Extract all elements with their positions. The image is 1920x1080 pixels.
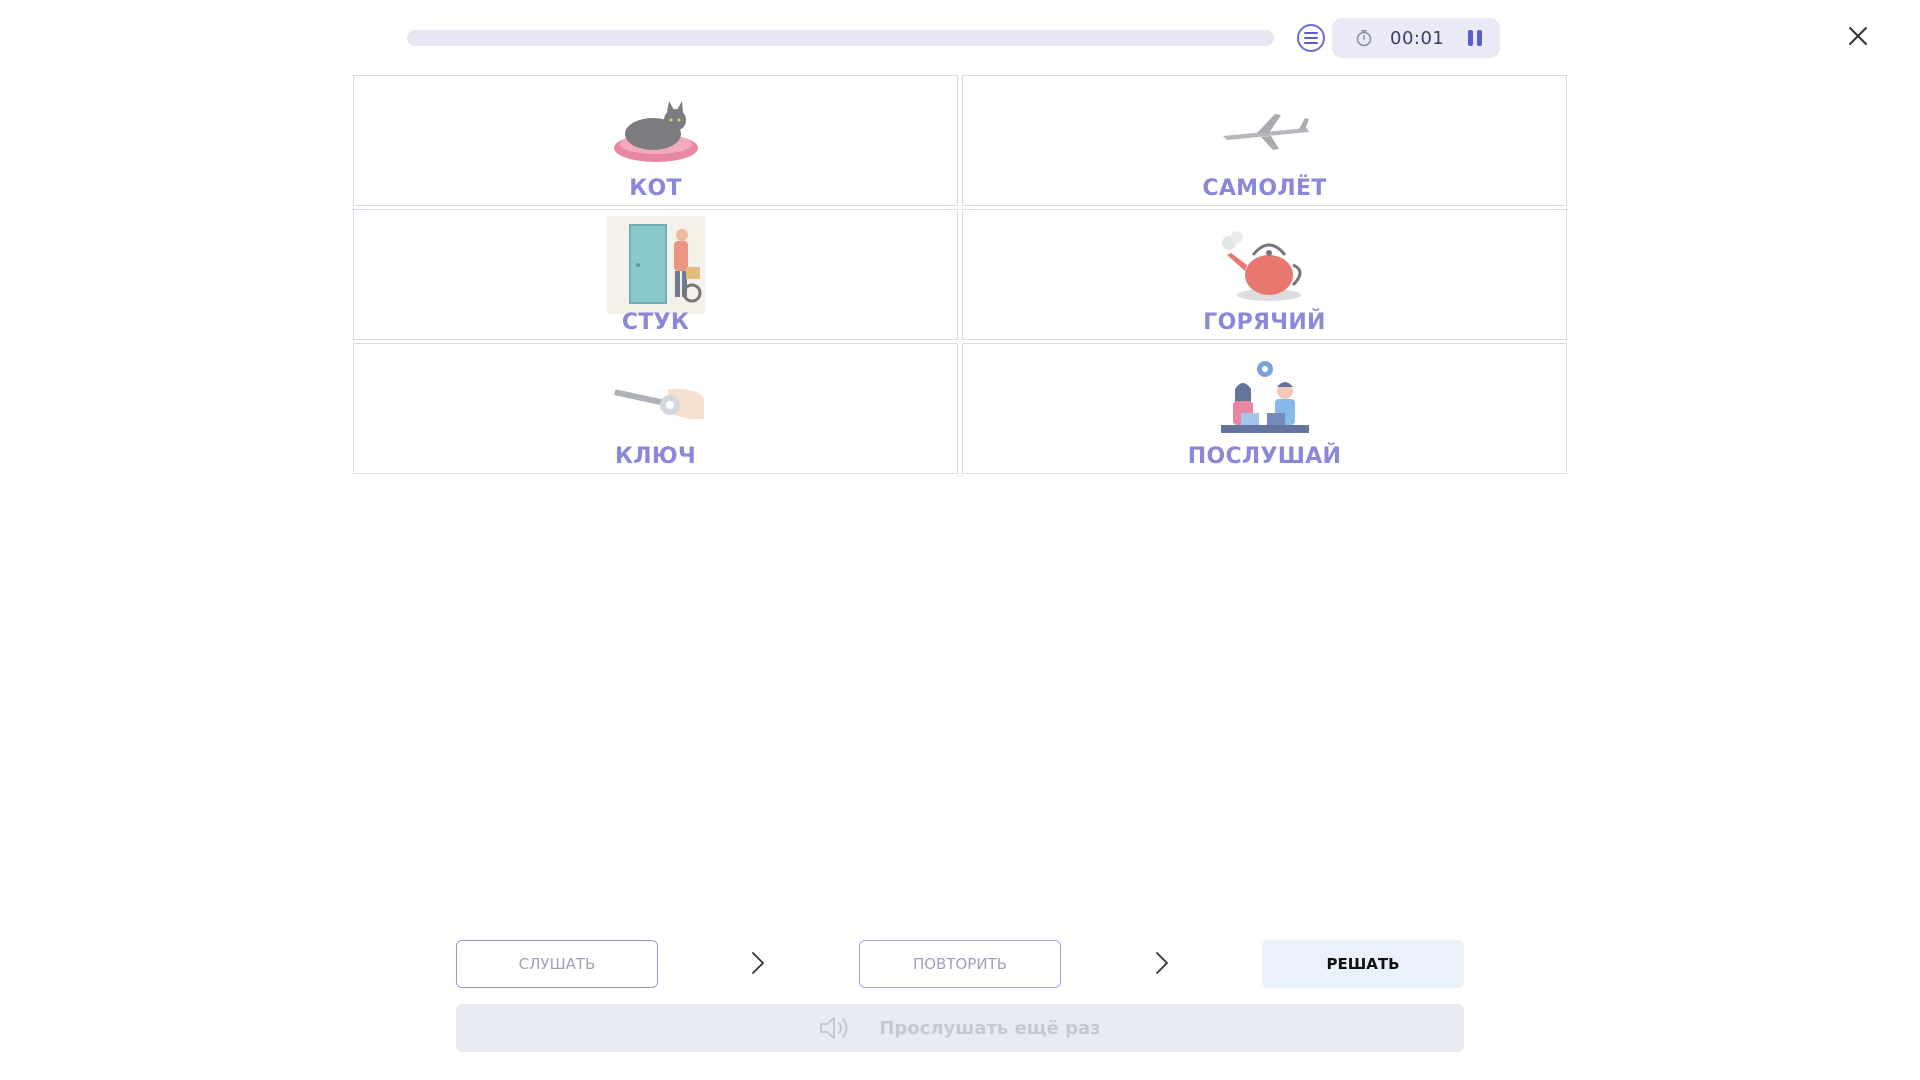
card-label: СТУК — [621, 310, 690, 335]
knock-door-image — [606, 216, 705, 314]
word-card-listen[interactable]: ПОСЛУШАЙ — [962, 343, 1567, 474]
card-label: ГОРЯЧИЙ — [1203, 310, 1326, 335]
word-card-key[interactable]: КЛЮЧ — [353, 343, 958, 474]
speaker-icon — [820, 1017, 848, 1039]
word-card-hot[interactable]: ГОРЯЧИЙ — [962, 209, 1567, 340]
cat-image — [607, 82, 705, 180]
replay-label: Прослушать ещё раз — [879, 1017, 1101, 1039]
chevron-right-icon — [1156, 952, 1168, 974]
exercise-screen: 00:01 КОТ САМОЛЁТ СТУК ГОРЯЧИЙ КЛЮЧ ПОСЛ… — [0, 0, 1920, 1080]
close-icon — [1849, 27, 1867, 45]
repeat-step-button[interactable]: ПОВТОРИТЬ — [859, 940, 1061, 988]
word-card-grid: КОТ САМОЛЁТ СТУК ГОРЯЧИЙ КЛЮЧ ПОСЛУШАЙ — [353, 75, 1567, 474]
list-icon — [1304, 32, 1318, 44]
timer-panel: 00:01 — [1332, 18, 1500, 58]
pause-button[interactable] — [1468, 30, 1483, 46]
solve-step-button[interactable]: РЕШАТЬ — [1262, 940, 1464, 988]
replay-button[interactable]: Прослушать ещё раз — [456, 1004, 1464, 1052]
timer-value: 00:01 — [1390, 27, 1445, 49]
card-label: КЛЮЧ — [614, 444, 697, 469]
word-card-knock[interactable]: СТУК — [353, 209, 958, 340]
card-label: КОТ — [629, 176, 682, 201]
airplane-image — [1216, 82, 1314, 180]
listen-step-button[interactable]: СЛУШАТЬ — [456, 940, 658, 988]
list-button[interactable] — [1297, 24, 1325, 52]
key-image — [607, 350, 705, 448]
chevron-right-icon — [752, 952, 764, 974]
teapot-image — [1216, 216, 1314, 314]
stopwatch-icon — [1354, 28, 1374, 48]
close-button[interactable] — [1846, 24, 1870, 48]
people-talking-image — [1216, 350, 1314, 448]
word-card-airplane[interactable]: САМОЛЁТ — [962, 75, 1567, 206]
pause-icon — [1468, 30, 1474, 46]
pause-icon-bar — [1477, 30, 1483, 46]
card-label: САМОЛЁТ — [1202, 176, 1327, 201]
card-label: ПОСЛУШАЙ — [1187, 444, 1342, 469]
word-card-cat[interactable]: КОТ — [353, 75, 958, 206]
progress-bar — [407, 30, 1274, 46]
